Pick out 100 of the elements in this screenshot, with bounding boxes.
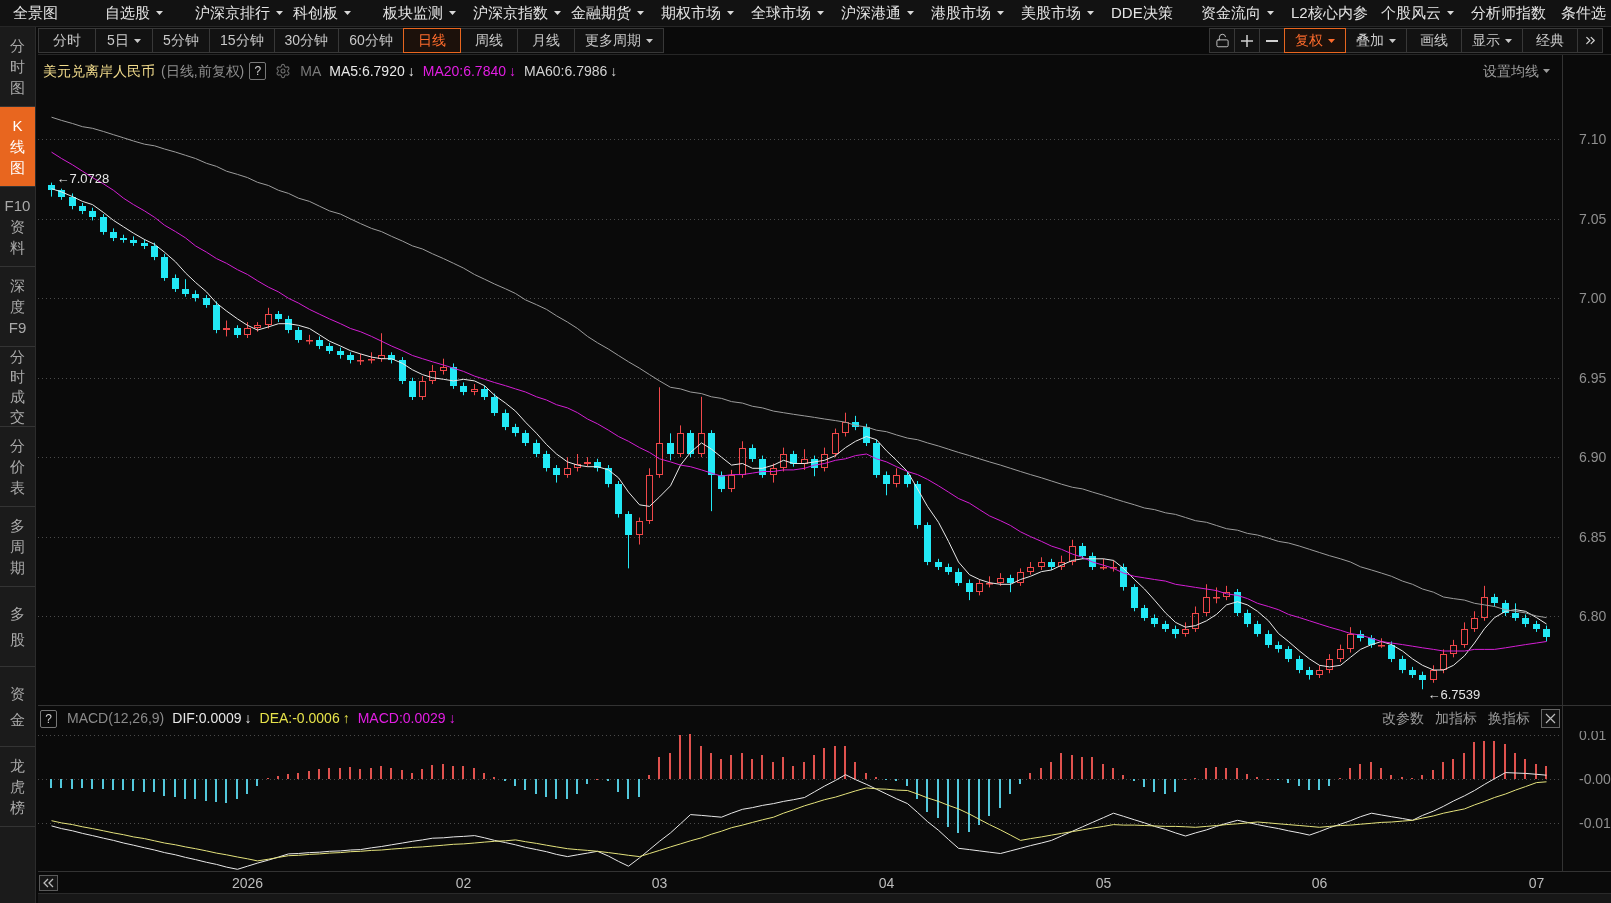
axis-label: -0.01 <box>1579 814 1611 831</box>
candlestick <box>883 470 890 496</box>
zoom-out-button[interactable] <box>1259 28 1285 53</box>
toolbar-button[interactable]: 叠加 <box>1345 28 1407 53</box>
lock-button[interactable] <box>1209 28 1235 53</box>
menu-item[interactable]: 期权市场 <box>661 1 751 25</box>
candlestick <box>594 458 601 472</box>
sidebar-tab[interactable]: 分时成交 <box>0 347 35 427</box>
candlestick <box>491 393 498 417</box>
menu-item[interactable]: 分析师指数 <box>1471 1 1561 25</box>
close-button[interactable] <box>1541 709 1560 728</box>
period-tab[interactable]: 60分钟 <box>338 28 404 53</box>
trend-arrow: ↑ <box>342 709 350 728</box>
toolbar-button[interactable]: 经典 <box>1522 28 1578 53</box>
indicator-action[interactable]: 改参数 <box>1382 708 1424 729</box>
candlestick <box>295 326 302 344</box>
period-tab[interactable]: 30分钟 <box>273 28 340 53</box>
period-tab[interactable]: 分时 <box>38 28 96 53</box>
menu-item[interactable]: 科创板 <box>293 1 383 25</box>
chart-mode: (日线,前复权) <box>161 61 245 81</box>
menu-item[interactable]: 全球市场 <box>751 1 841 25</box>
help-button[interactable]: ? <box>40 709 57 728</box>
candlestick <box>306 334 313 345</box>
menu-item[interactable]: 个股风云 <box>1381 1 1471 25</box>
menu-item[interactable]: DDE决策 <box>1111 1 1201 25</box>
candlestick <box>584 456 591 468</box>
sidebar-tab[interactable]: 多周期 <box>0 507 35 587</box>
zoom-in-button[interactable] <box>1234 28 1260 53</box>
candlestick <box>100 213 107 236</box>
plus-icon <box>1241 34 1253 47</box>
period-tab[interactable]: 日线 <box>402 28 461 53</box>
candlestick <box>873 439 880 479</box>
help-button[interactable]: ? <box>249 62 267 80</box>
period-tab[interactable]: 15分钟 <box>209 28 275 53</box>
candlestick <box>1522 613 1529 628</box>
candlestick <box>1481 585 1488 622</box>
candlestick <box>1089 552 1096 571</box>
candlestick <box>450 362 457 390</box>
period-tab[interactable]: 周线 <box>459 28 518 53</box>
candlestick <box>863 423 870 447</box>
sidebar-tab[interactable]: 分价表 <box>0 427 35 507</box>
sidebar-tab[interactable]: F10资料 <box>0 187 35 267</box>
candlestick <box>1038 556 1045 571</box>
caret-icon <box>1505 38 1512 43</box>
sidebar-tab[interactable]: 深度F9 <box>0 267 35 347</box>
menu-item[interactable]: 沪深港通 <box>841 1 931 25</box>
sidebar-tab[interactable]: 龙虎榜 <box>0 747 35 827</box>
period-tab[interactable]: 5分钟 <box>152 28 210 53</box>
indicator-reading: MA5:6.7920 <box>329 61 405 81</box>
menu-item[interactable]: 自选股 <box>105 1 195 25</box>
period-tab[interactable]: 月线 <box>516 28 575 53</box>
menu-item[interactable]: 全景图 <box>0 1 105 25</box>
period-tab[interactable]: 更多周期 <box>573 28 664 53</box>
period-tab[interactable]: 5日 <box>95 28 153 53</box>
menu-item[interactable]: 港股市场 <box>931 1 1021 25</box>
menu-item[interactable]: L2核心内参 <box>1291 1 1381 25</box>
candlestick <box>1378 637 1385 649</box>
candlestick <box>852 415 859 431</box>
indicator-action[interactable]: 加指标 <box>1435 708 1477 729</box>
sidebar-tab[interactable]: 多股 <box>0 587 35 667</box>
candlestick <box>275 310 282 323</box>
axis-label: 7.05 <box>1579 210 1607 227</box>
candlestick <box>1110 559 1117 573</box>
candlestick <box>914 480 921 530</box>
settings-icon[interactable] <box>275 63 292 79</box>
menu-item[interactable]: 板块监测 <box>383 1 473 25</box>
candlestick <box>986 575 993 588</box>
candlestick <box>1296 655 1303 674</box>
date-axis-label: 03 <box>651 875 668 891</box>
indicator-action[interactable]: 换指标 <box>1488 708 1530 729</box>
ma-settings-button[interactable]: 设置均线 <box>1483 60 1550 82</box>
toolbar-button[interactable]: 显示 <box>1461 28 1523 53</box>
candlestick <box>1347 626 1354 654</box>
menu-item[interactable]: 条件选 <box>1561 1 1611 25</box>
caret-icon <box>1543 69 1550 73</box>
candlestick <box>605 464 612 488</box>
candlestick <box>265 307 272 329</box>
candlestick <box>759 455 766 479</box>
axis-label: -0.00 <box>1579 771 1611 788</box>
candlestick <box>1502 599 1509 617</box>
toolbar-button[interactable]: 画线 <box>1406 28 1462 53</box>
candlestick <box>821 447 828 472</box>
menu-item[interactable]: 沪深京指数 <box>473 1 571 25</box>
candlestick <box>770 463 777 484</box>
scroll-left-button[interactable] <box>39 875 58 891</box>
candlestick <box>728 469 735 493</box>
menu-item[interactable]: 沪深京排行 <box>195 1 293 25</box>
candlestick <box>935 558 942 571</box>
sidebar-tab[interactable]: 资金 <box>0 667 35 747</box>
candlestick <box>553 464 560 484</box>
close-icon <box>1545 713 1556 724</box>
caret-icon <box>1447 11 1454 15</box>
menu-item[interactable]: 美股市场 <box>1021 1 1111 25</box>
menu-item[interactable]: 金融期货 <box>571 1 661 25</box>
candlestick <box>203 294 210 309</box>
toolbar-button[interactable]: 复权 <box>1284 28 1346 53</box>
candlestick <box>997 572 1004 587</box>
candlestick <box>780 447 787 472</box>
more-button[interactable] <box>1577 28 1603 53</box>
menu-item[interactable]: 资金流向 <box>1201 1 1291 25</box>
